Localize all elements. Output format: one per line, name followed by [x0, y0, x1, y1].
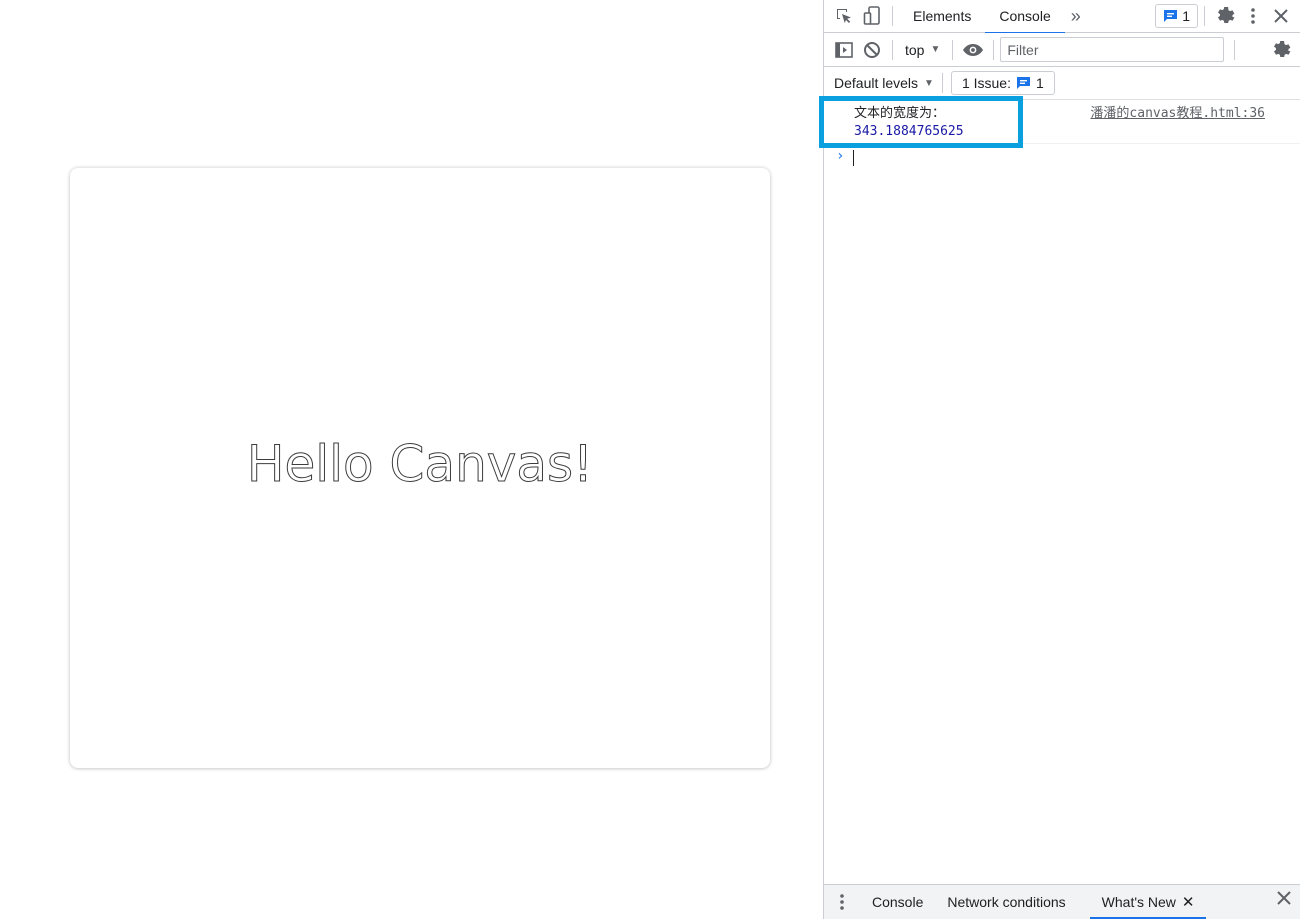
tab-console[interactable]: Console — [985, 0, 1066, 34]
device-toggle-icon[interactable] — [858, 2, 886, 30]
console-message-value[interactable]: 343.1884765625 — [854, 123, 964, 141]
toolbar-divider — [892, 6, 893, 26]
drawer-close-icon[interactable] — [1277, 891, 1291, 908]
canvas-stroke-text: Hello Canvas! — [247, 435, 593, 493]
log-levels-dropdown[interactable]: Default levels ▼ — [824, 75, 942, 91]
console-output[interactable]: 文本的宽度为： 343.1884765625 潘潘的canvas教程.html:… — [819, 96, 1300, 884]
drawer-tab-whats-new[interactable]: What's New ✕ — [1089, 885, 1207, 919]
toolbar-divider — [892, 39, 893, 60]
toolbar-divider — [952, 39, 954, 60]
toolbar-divider — [1204, 6, 1205, 26]
settings-gear-icon[interactable] — [1211, 2, 1239, 30]
devtools-panel: Elements Console » 1 top ▼ Filter Defaul… — [819, 0, 1300, 919]
toolbar-divider — [1234, 39, 1236, 60]
issues-button[interactable]: 1 Issue: 1 — [950, 71, 1055, 95]
toolbar-divider — [941, 73, 943, 93]
tab-elements[interactable]: Elements — [899, 0, 985, 33]
kebab-menu-icon[interactable] — [1239, 2, 1267, 30]
devtools-drawer: Console Network conditions What's New ✕ — [824, 884, 1300, 919]
close-icon[interactable] — [1267, 2, 1295, 30]
caret-down-icon: ▼ — [930, 44, 941, 55]
console-toolbar: top ▼ — [824, 33, 1300, 67]
issues-label: 1 Issue: — [961, 75, 1011, 91]
console-filter-input[interactable] — [1000, 37, 1225, 62]
text-caret — [853, 150, 854, 166]
canvas-element[interactable]: Hello Canvas! — [70, 168, 770, 768]
console-message-source-link[interactable]: 潘潘的canvas教程.html:36 — [1090, 105, 1265, 123]
drawer-tab-whats-new-label: What's New — [1101, 894, 1176, 910]
caret-down-icon: ▼ — [924, 77, 934, 89]
sidebar-toggle-icon[interactable] — [830, 36, 858, 64]
console-message-text: 文本的宽度为： — [854, 106, 946, 121]
issue-chat-icon — [1016, 76, 1031, 90]
canvas-drawing: Hello Canvas! — [246, 435, 593, 494]
devtools-tab-bar: Elements Console » 1 — [824, 0, 1300, 34]
toolbar-divider — [993, 39, 995, 60]
drawer-kebab-menu-icon[interactable] — [824, 893, 860, 911]
live-expression-eye-icon[interactable] — [959, 36, 987, 64]
console-prompt[interactable]: › — [824, 144, 1300, 170]
issues-count: 1 — [1035, 75, 1044, 91]
console-settings-gear-icon[interactable] — [1267, 36, 1295, 64]
js-context-select[interactable]: top ▼ — [899, 42, 946, 58]
more-tabs-icon[interactable]: » — [1065, 0, 1087, 33]
issues-counter-value: 1 — [1182, 8, 1190, 24]
page-viewport: Hello Canvas! — [0, 0, 823, 919]
console-levels-bar: Default levels ▼ 1 Issue: 1 — [824, 67, 1300, 100]
issue-chat-icon — [1163, 9, 1178, 23]
console-message[interactable]: 文本的宽度为： 343.1884765625 潘潘的canvas教程.html:… — [819, 96, 1300, 148]
drawer-tab-network-conditions[interactable]: Network conditions — [935, 885, 1077, 919]
inspect-element-icon[interactable] — [830, 2, 858, 30]
clear-console-icon[interactable] — [858, 36, 886, 64]
tab-close-icon[interactable]: ✕ — [1182, 893, 1195, 911]
log-levels-label: Default levels — [834, 75, 919, 91]
js-context-value: top — [905, 41, 925, 58]
issues-counter-button[interactable]: 1 — [1155, 4, 1198, 28]
drawer-tab-console[interactable]: Console — [860, 885, 935, 919]
prompt-chevron-icon: › — [836, 148, 845, 164]
